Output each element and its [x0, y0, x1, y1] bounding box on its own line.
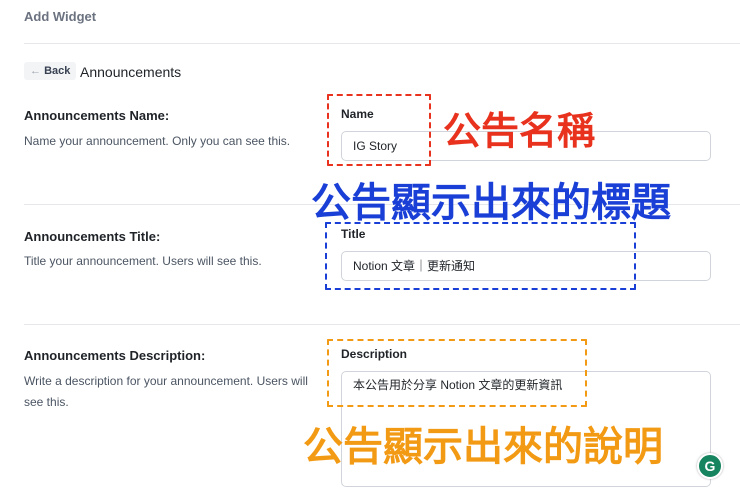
back-button[interactable]: ← Back: [24, 62, 77, 80]
back-label: Back: [44, 65, 71, 77]
description-highlight-box: [327, 339, 587, 407]
name-description: Name your announcement. Only you can see…: [24, 134, 291, 148]
name-highlight-box: [327, 94, 431, 166]
title-heading: Announcements Title:: [24, 229, 161, 244]
divider: [24, 324, 740, 325]
description-description: Write a description for your announcemen…: [24, 374, 308, 409]
divider: [24, 43, 740, 44]
arrow-left-icon: ←: [30, 65, 45, 77]
name-annotation: 公告名稱: [443, 111, 596, 153]
title-annotation: 公告顯示出來的標題: [311, 181, 671, 225]
description-heading: Announcements Description:: [24, 348, 206, 363]
title-description: Title your announcement. Users will see …: [24, 254, 262, 268]
grammarly-icon[interactable]: G: [697, 453, 723, 479]
name-heading: Announcements Name:: [24, 108, 170, 123]
title-highlight-box: [325, 222, 636, 290]
page-title: Announcements: [80, 64, 182, 80]
description-annotation: 公告顯示出來的說明: [303, 425, 663, 469]
widget-header-title: Add Widget: [24, 9, 97, 24]
